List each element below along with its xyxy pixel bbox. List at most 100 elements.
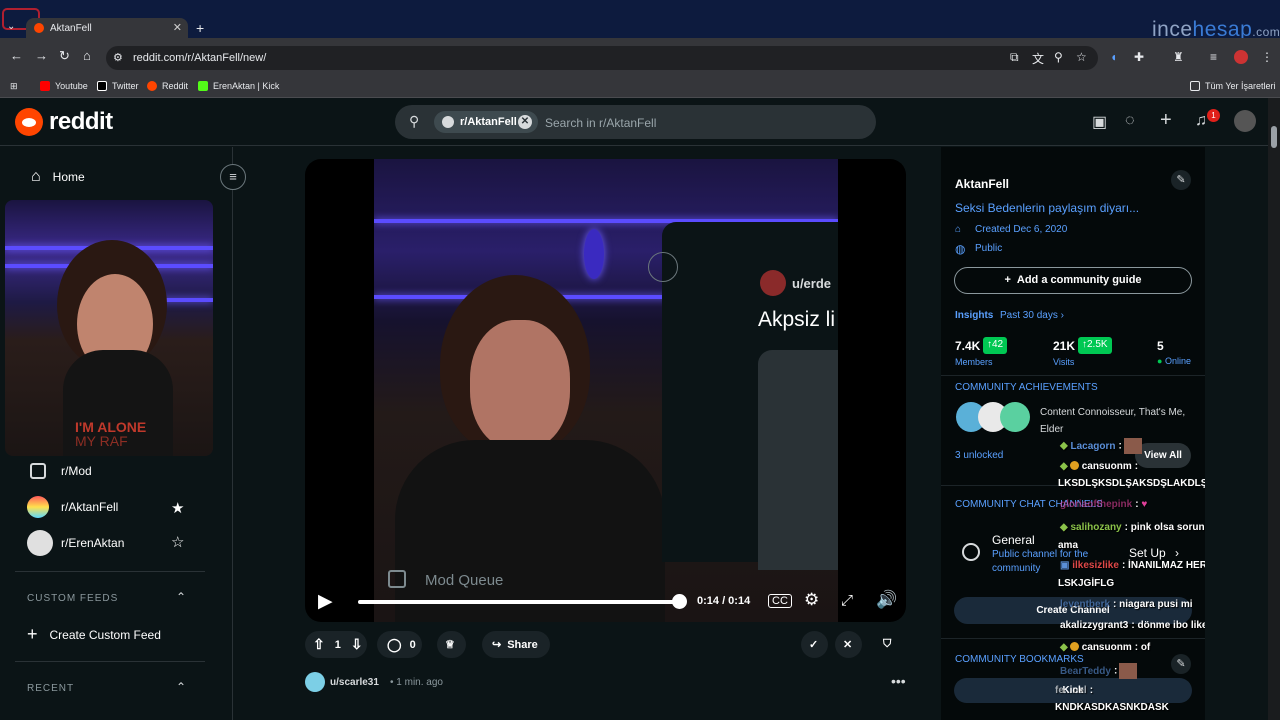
community-description: Seksi Bedenlerin paylaşım diyarı... xyxy=(955,201,1140,215)
chevron-up-icon[interactable]: ⌃ xyxy=(176,680,186,694)
extension-icon[interactable]: ◖ xyxy=(1110,50,1117,64)
chat-icon[interactable]: ◌ xyxy=(1125,112,1135,130)
apps-icon[interactable]: ⊞ xyxy=(10,81,18,92)
section-divider xyxy=(941,638,1205,639)
scrollbar-track[interactable] xyxy=(1268,98,1280,720)
bookmark-star-icon[interactable]: ☆ xyxy=(1076,50,1087,64)
chat-message: fe...nel: xyxy=(1055,685,1094,696)
achievement-badge-icon[interactable] xyxy=(1000,402,1030,432)
profile-avatar[interactable] xyxy=(1234,50,1248,64)
achievements-heading: COMMUNITY ACHIEVEMENTS xyxy=(955,382,1098,393)
extensions-puzzle-icon[interactable]: ✚ xyxy=(1134,50,1144,64)
create-post-icon[interactable]: + xyxy=(1160,109,1172,132)
tab-search-icon[interactable]: ⌄ xyxy=(7,21,15,32)
edit-pencil-icon[interactable]: ✎ xyxy=(1171,170,1191,190)
shield-icon: ⛉ xyxy=(883,638,892,650)
create-custom-feed[interactable]: + Create Custom Feed xyxy=(27,624,161,645)
comments-button[interactable]: ◯ 0 xyxy=(377,631,422,658)
url-text[interactable]: reddit.com/r/AktanFell/new/ xyxy=(133,52,266,64)
view-all-button[interactable]: View All xyxy=(1135,443,1191,468)
post-time: • 1 min. ago xyxy=(390,677,443,688)
custom-feeds-heading[interactable]: CUSTOM FEEDS xyxy=(27,593,118,604)
emote-icon xyxy=(1119,663,1138,679)
webcam-caption-2: MY RAF xyxy=(75,433,128,449)
video-time: 0:14 / 0:14 xyxy=(697,595,751,607)
comment-icon: ◯ xyxy=(387,636,402,652)
captions-icon[interactable]: CC xyxy=(768,594,792,608)
members-value: 7.4K xyxy=(955,339,981,353)
search-community-chip[interactable]: r/AktanFell ✕ xyxy=(434,111,538,133)
back-icon[interactable]: ← xyxy=(10,48,23,63)
award-button[interactable]: ♕ xyxy=(437,631,466,658)
chevron-up-icon[interactable]: ⌃ xyxy=(176,590,186,604)
setup-button[interactable]: Set Up › xyxy=(1129,546,1179,560)
fullscreen-icon[interactable]: ⤢ xyxy=(841,592,853,609)
home-icon[interactable]: ⌂ xyxy=(83,48,91,63)
seek-thumb[interactable] xyxy=(672,594,687,609)
close-tab-icon[interactable]: ✕ xyxy=(173,21,182,34)
zoom-icon[interactable]: ⚲ xyxy=(1054,50,1063,64)
favorite-star-filled-icon[interactable]: ★ xyxy=(171,499,184,517)
all-bookmarks-folder[interactable]: Tüm Yer İşaretleri xyxy=(1190,81,1276,91)
reddit-logo-icon[interactable] xyxy=(15,108,43,136)
sidebar-item-aktanfell[interactable]: r/AktanFell xyxy=(27,496,118,518)
bookmark-reddit[interactable]: Reddit xyxy=(147,81,188,91)
scrollbar-thumb[interactable] xyxy=(1271,126,1277,148)
incognito-icon[interactable]: ♜ xyxy=(1173,50,1184,64)
edit-pencil-icon[interactable]: ✎ xyxy=(1171,654,1191,674)
ads-icon[interactable]: ▣ xyxy=(1092,112,1107,132)
seek-bar[interactable] xyxy=(358,600,680,604)
share-button[interactable]: ↪ Share xyxy=(482,631,550,658)
remove-button[interactable]: ✕ xyxy=(835,631,862,658)
media-icon[interactable]: ≡ xyxy=(1210,50,1217,64)
sidebar-item-mod[interactable]: r/Mod xyxy=(27,463,92,479)
translate-icon[interactable]: 文 xyxy=(1032,50,1044,67)
user-avatar[interactable] xyxy=(1234,110,1256,132)
browser-menu-icon[interactable]: ⋮ xyxy=(1261,50,1273,64)
chat-message: KNDKASDKASNKDASK xyxy=(1055,702,1169,713)
chevron-right-icon: › xyxy=(1175,546,1180,560)
install-icon[interactable]: ⧉ xyxy=(1010,50,1019,65)
upvote-icon[interactable]: ⇧ xyxy=(313,636,325,653)
approve-button[interactable]: ✓ xyxy=(801,631,828,658)
insights-range[interactable]: Past 30 days › xyxy=(1000,310,1064,321)
new-tab-icon[interactable]: + xyxy=(196,20,204,36)
downvote-icon[interactable]: ⇩ xyxy=(351,636,363,653)
sidebar-item-home[interactable]: ⌂ Home xyxy=(15,161,209,193)
tab-title: AktanFell xyxy=(50,22,92,34)
site-info-icon[interactable]: ⚙ xyxy=(113,51,123,64)
online-value: 5 xyxy=(1157,339,1164,353)
settings-gear-icon[interactable]: ⚙ xyxy=(804,590,819,610)
bookmark-kick[interactable]: ErenAktan | Kick xyxy=(198,81,279,91)
achievements-text: Content Connoisseur, That's Me, Elder xyxy=(1040,407,1186,435)
recent-heading[interactable]: RECENT xyxy=(27,683,74,694)
reddit-wordmark[interactable]: reddit xyxy=(49,108,113,136)
bookmark-twitter[interactable]: Twitter xyxy=(97,81,139,91)
bookmark-youtube[interactable]: Youtube xyxy=(40,81,88,91)
streamer-webcam: I'M ALONE MY RAF xyxy=(5,200,213,456)
author-avatar[interactable] xyxy=(305,672,325,692)
add-community-guide-button[interactable]: + Add a community guide xyxy=(954,267,1192,294)
members-label: Members xyxy=(955,357,993,367)
community-name: AktanFell xyxy=(955,177,1010,191)
forward-icon[interactable]: → xyxy=(35,48,48,63)
browser-tab-bar xyxy=(0,0,1280,38)
favorite-star-outline-icon[interactable]: ☆ xyxy=(171,533,184,551)
mod-shield-button[interactable]: ⛉ xyxy=(875,631,902,658)
volume-icon[interactable]: 🔊 xyxy=(876,590,897,610)
play-button[interactable]: ▶ xyxy=(318,590,333,613)
sidebar-item-erenaktan[interactable]: r/ErenAktan xyxy=(27,530,124,556)
channel-name: General xyxy=(992,533,1035,547)
home-icon: ⌂ xyxy=(31,168,41,185)
notifications-bell-icon[interactable]: ♫ xyxy=(1195,112,1207,130)
erenaktan-community-icon xyxy=(27,530,53,556)
reload-icon[interactable]: ↻ xyxy=(59,48,70,64)
chat-message: ◆ cansuonm: xyxy=(1060,461,1139,472)
clear-chip-icon[interactable]: ✕ xyxy=(518,115,532,129)
browser-tab[interactable]: AktanFell ✕ xyxy=(26,18,188,38)
collapse-sidebar-icon[interactable]: ≡ xyxy=(220,164,246,190)
more-options-icon[interactable]: ••• xyxy=(891,673,906,689)
post-author[interactable]: u/scarle31 xyxy=(330,677,379,688)
search-placeholder: Search in r/AktanFell xyxy=(545,116,657,130)
plus-icon: + xyxy=(1004,274,1011,286)
